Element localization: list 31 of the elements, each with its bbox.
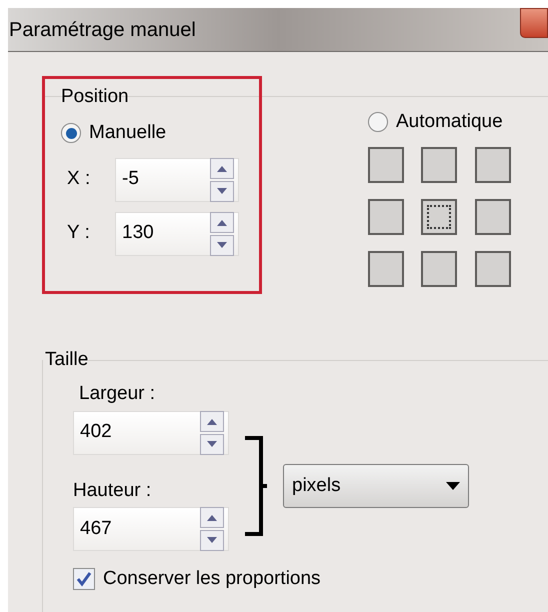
spinner-arrows-icon[interactable] [200, 507, 224, 551]
anchor-cell[interactable] [474, 250, 511, 286]
spinner-arrows-icon[interactable] [210, 158, 234, 202]
radio-button[interactable]: Manuelle [61, 119, 259, 148]
anchor-cell[interactable] [368, 198, 404, 234]
link-bracket-icon [245, 436, 267, 536]
anchor-cell[interactable] [474, 146, 511, 182]
anchor-cell[interactable] [421, 198, 458, 234]
unit-dropdown[interactable]: pixels [283, 464, 469, 508]
number-field[interactable]: 130 [115, 212, 239, 256]
caret-icon [446, 482, 460, 490]
anchor-cell[interactable] [421, 146, 458, 182]
field-label: Hauteur : [73, 478, 152, 502]
radio-button[interactable]: Automatique [368, 108, 512, 136]
spinner-arrows-icon[interactable] [200, 410, 224, 454]
window-title: Paramétrage manuel [8, 18, 196, 42]
number-field[interactable]: 402 [73, 410, 229, 454]
anchor-cell[interactable] [474, 198, 511, 234]
field-label: X : [67, 167, 92, 192]
anchor-cell[interactable] [368, 146, 404, 182]
number-field[interactable]: -5 [115, 158, 239, 202]
keep-proportions-checkbox[interactable]: Conserver les proportions [73, 565, 321, 594]
anchor-cell[interactable] [368, 250, 404, 286]
field-label: Y : [67, 221, 91, 246]
field-label: Largeur : [79, 382, 156, 406]
group-title: Position [61, 85, 130, 109]
anchor-cell[interactable] [421, 250, 458, 286]
checkmark-icon [76, 571, 92, 588]
spinner-arrows-icon[interactable] [210, 212, 234, 256]
close-button[interactable] [520, 8, 548, 38]
number-field[interactable]: 467 [73, 507, 229, 551]
